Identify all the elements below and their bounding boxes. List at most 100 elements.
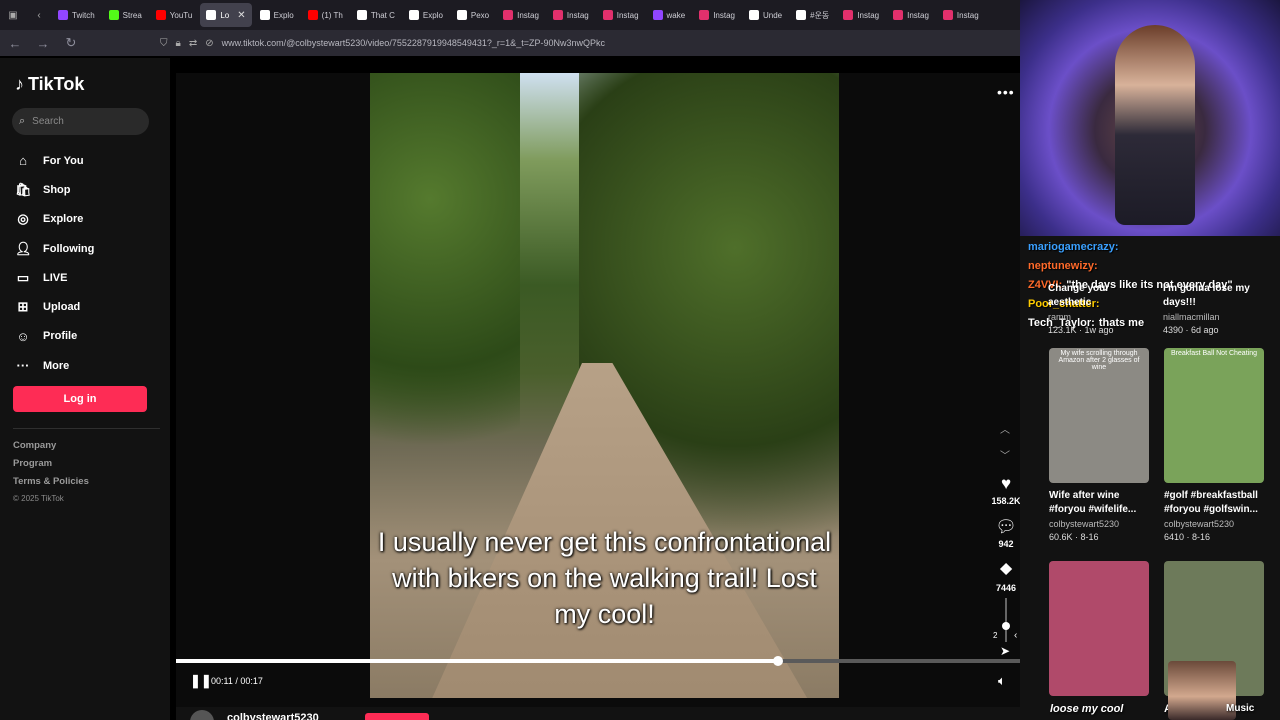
reload-icon[interactable]: ↻ [62,34,80,52]
follow-button[interactable] [365,713,429,720]
tab-overview-icon[interactable]: ▣ [0,3,26,27]
next-video-icon[interactable]: ﹀ [1000,447,1010,462]
tracking-icon: ⊘ [205,37,214,49]
search-box[interactable]: ⌕ [12,108,149,135]
tab-label: Instag [517,10,539,20]
tab-favicon-icon [893,10,904,20]
browser-tab[interactable]: Instag [937,3,985,27]
tab-close-icon[interactable]: ✕ [237,10,245,21]
browser-tab[interactable]: Strea [103,3,148,27]
sidebar-item-for-you[interactable]: ⌂ For You [15,146,94,175]
footer-link-company[interactable]: Company [13,440,89,458]
search-input[interactable] [32,116,133,127]
back-icon[interactable]: ← [6,34,24,52]
sidebar-item-more[interactable]: ··· More [15,351,94,380]
volume-slider-knob[interactable] [1002,622,1010,630]
sidebar-footer: Company Program Terms & Policies © 2025 … [13,440,89,512]
browser-tab[interactable]: Instag [597,3,645,27]
sidebar-item-upload[interactable]: ⊞ Upload [15,292,94,321]
video-card-thumbnail[interactable] [1049,561,1149,696]
sidebar-item-label: Following [43,242,95,255]
video-card-stats: 6410 · 8-16 [1164,532,1211,542]
tab-favicon-icon [843,10,854,20]
browser-tab[interactable]: Unde [743,3,788,27]
browser-tab[interactable]: Instag [693,3,741,27]
browser-tab[interactable]: Instag [547,3,595,27]
video-card-desc: Wife after wine #foryou #wifelife... [1049,490,1137,515]
browser-tab[interactable]: Explo [403,3,449,27]
tab-label: Strea [122,10,142,20]
sidebar-item-label: More [43,359,70,372]
mouse-cursor-icon: ➤ [1000,644,1011,658]
tab-label: Lo [220,10,230,20]
video-card-author: ramm [1048,312,1071,322]
tab-favicon-icon [108,10,119,20]
more-options-icon[interactable]: ••• [997,84,1015,100]
browser-tab[interactable]: #운동 [790,3,835,27]
browser-tab[interactable]: Lo ✕ [200,3,252,27]
footer-link-terms[interactable]: Terms & Policies [13,476,89,494]
login-button[interactable]: Log in [13,386,147,412]
tab-label: Instag [566,10,589,20]
video-card-thumbnail[interactable]: Breakfast Ball Not Cheating [1164,348,1264,483]
video-card-top-2[interactable]: I'm gonna lose my days!!! niallmacmillan… [1163,276,1263,337]
search-icon: ⌕ [19,115,26,127]
sidebar-item-explore[interactable]: ◎ Explore [15,205,94,234]
chat-message: neptunewizy: [1028,257,1178,276]
volume-slider[interactable] [1005,598,1007,642]
video-card-top-1[interactable]: Change your aesthetic ramm 123.1K · 1w a… [1048,276,1148,337]
browser-tab[interactable]: Explo [254,3,300,27]
video-card-2[interactable]: Breakfast Ball Not Cheating #golf #break… [1164,348,1264,544]
chat-message: mariogamecrazy: [1028,238,1178,257]
tab-label: (1) Th [321,10,343,20]
browser-tab[interactable]: Instag [497,3,545,27]
browser-tab[interactable]: YouTu [150,3,199,27]
tab-favicon-icon [796,10,807,20]
browser-tab-bar: ▣ ‹ Twitch Strea YouTu Lo ✕ Explo (1) Th That C… [0,0,1020,30]
browser-tab[interactable]: Instag [837,3,885,27]
permissions-icon: ⇄ [188,37,198,49]
profile-icon: ☺ [16,328,30,344]
tab-label: Pexo [470,10,490,20]
browser-tab[interactable]: Twitch [52,3,101,27]
previous-video-icon[interactable]: ︿ [1000,421,1010,436]
more-icon: ··· [16,358,30,374]
sidebar-item-live[interactable]: ▭ LIVE [15,263,94,292]
tab-favicon-icon [206,10,217,20]
sidebar-item-following[interactable]: 👤︎ Following [15,234,94,263]
video-card-desc: #golf #breakfastball #foryou #golfswin..… [1164,490,1258,515]
forward-icon[interactable]: → [34,34,52,52]
tab-label: wake [666,10,686,20]
lock-icon: 🔒︎ [175,37,181,49]
progress-fill [176,659,778,663]
progress-knob[interactable] [773,656,783,666]
video-card-thumbnail[interactable]: My wife scrolling through Amazon after 2… [1049,348,1149,483]
tab-label: Instag [956,10,979,20]
tiktok-logo[interactable]: ♪ TikTok [15,74,84,95]
browser-tab[interactable]: Pexo [451,3,495,27]
tab-scroll-left-icon[interactable]: ‹ [26,3,52,27]
browser-toolbar: ← → ↻ ⛉ 🔒︎ ⇄ ⊘ www.tiktok.com/@colbystew… [0,30,1020,56]
video-card-3[interactable] [1049,561,1149,696]
speaker-icon[interactable]: 🔈︎ [998,673,1006,689]
tab-favicon-icon [652,10,663,20]
browser-tab[interactable]: wake [647,3,692,27]
tab-label: Explo [422,10,443,20]
tiktok-sidebar: ♪ TikTok ⌕ ⌂ For You 🛍︎ Shop ◎ Explore 👤︎ Follo… [0,58,170,720]
thumbnail-overlay-text: loose my cool [1050,703,1124,715]
tab-favicon-icon [456,10,467,20]
chevron-left-icon[interactable]: ‹ [1014,630,1017,641]
footer-link-program[interactable]: Program [13,458,89,476]
video-card-1[interactable]: My wife scrolling through Amazon after 2… [1049,348,1149,544]
pause-icon[interactable]: ❚❚ [190,673,212,689]
sidebar-item-shop[interactable]: 🛍︎ Shop [15,175,94,204]
browser-tab[interactable]: That C [351,3,401,27]
author-name[interactable]: colbystewart5230 [227,712,319,720]
video-progress-bar[interactable] [176,656,1020,666]
browser-tab[interactable]: (1) Th [302,3,349,27]
sidebar-item-profile[interactable]: ☺ Profile [15,322,94,351]
tab-label: Instag [907,10,929,20]
address-bar[interactable]: ⛉ 🔒︎ ⇄ ⊘ www.tiktok.com/@colbystewart523… [160,38,605,49]
browser-tab[interactable]: Instag [887,3,935,27]
tab-favicon-icon [356,10,367,20]
